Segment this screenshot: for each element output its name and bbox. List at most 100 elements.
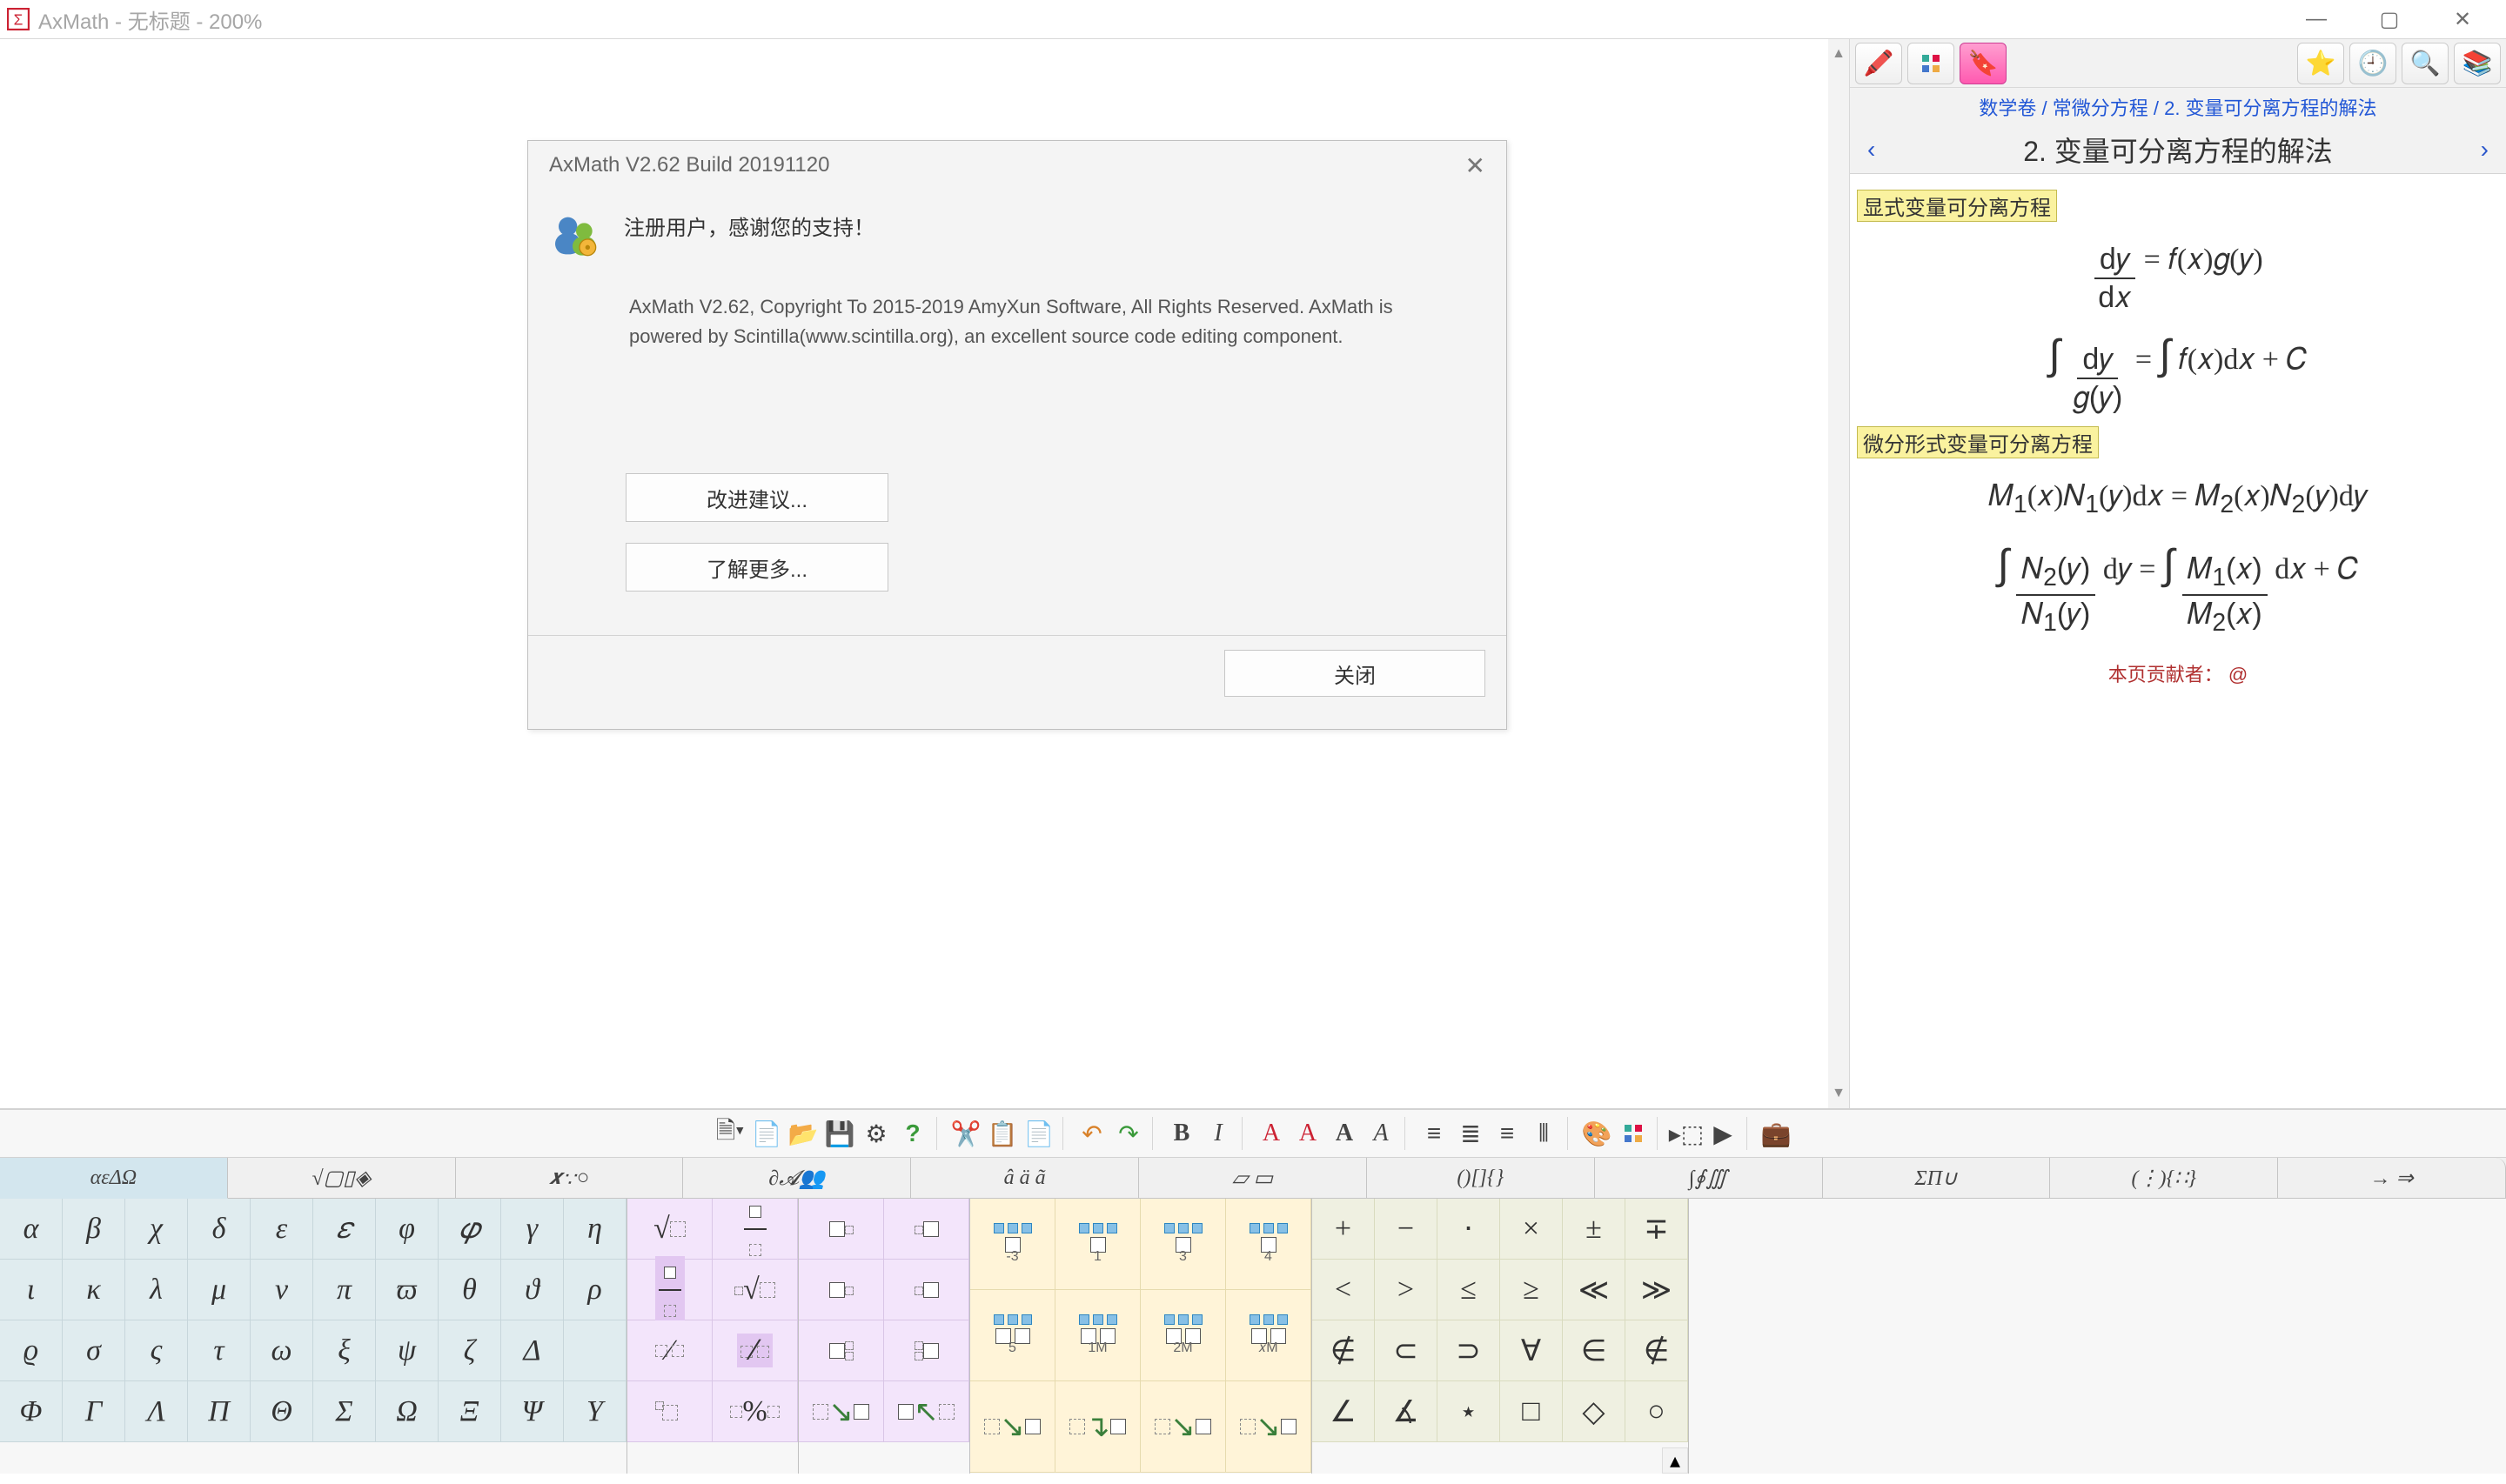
settings-icon[interactable]: ⚙	[860, 1117, 893, 1150]
font-color-2-button[interactable]: A	[1291, 1117, 1324, 1150]
italic-button[interactable]: I	[1202, 1117, 1235, 1150]
greek-letter[interactable]: χ	[125, 1199, 188, 1260]
fraction-template[interactable]	[713, 1199, 798, 1260]
flow-template[interactable]: ↴	[1055, 1381, 1141, 1473]
greek-letter[interactable]: λ	[125, 1260, 188, 1320]
matrix-template[interactable]: 𝑥M	[1226, 1290, 1311, 1381]
scroll-up-icon[interactable]: ▲	[1828, 39, 1849, 69]
greek-letter[interactable]: Ξ	[439, 1381, 501, 1442]
greek-letter[interactable]	[564, 1320, 626, 1381]
greek-letter[interactable]: δ	[188, 1199, 251, 1260]
clock-icon[interactable]: 🕘	[2349, 43, 2396, 84]
greek-letter[interactable]: α	[0, 1199, 63, 1260]
greek-letter[interactable]: ϑ	[501, 1260, 564, 1320]
paste-icon[interactable]: 📄	[1022, 1117, 1055, 1150]
learn-more-button[interactable]: 了解更多...	[626, 543, 888, 592]
operator-symbol[interactable]: +	[1312, 1199, 1375, 1260]
percent-box-template[interactable]: %	[713, 1381, 798, 1442]
sqrt-template[interactable]: √	[627, 1199, 713, 1260]
nroot-template[interactable]: √	[713, 1260, 798, 1320]
tab-brackets[interactable]: ()[]{}	[1367, 1158, 1595, 1198]
spacing-icon[interactable]: ⫴	[1527, 1117, 1560, 1150]
window-close-button[interactable]: ✕	[2443, 6, 2482, 32]
matrix-template[interactable]: 3	[1141, 1199, 1226, 1290]
font-color-1-button[interactable]: A	[1255, 1117, 1288, 1150]
greek-letter[interactable]: θ	[439, 1260, 501, 1320]
tab-arrows[interactable]: → ⇒	[2278, 1158, 2506, 1198]
tab-greek[interactable]: αεΔΩ	[0, 1158, 228, 1199]
fraction-highlight-template[interactable]	[627, 1260, 713, 1320]
slash-fraction-hl-template[interactable]: ∕	[713, 1320, 798, 1381]
greek-letter[interactable]: Ψ	[501, 1381, 564, 1442]
operator-symbol[interactable]: ×	[1500, 1199, 1563, 1260]
greek-letter[interactable]: Γ	[63, 1381, 125, 1442]
presuperscript-template[interactable]	[884, 1199, 969, 1260]
operator-symbol[interactable]: >	[1375, 1260, 1437, 1320]
matrix-template[interactable]: 2M	[1141, 1290, 1226, 1381]
greek-letter[interactable]: ρ	[564, 1260, 626, 1320]
operator-symbol[interactable]: ○	[1625, 1381, 1688, 1442]
tag-icon[interactable]: 🔖	[1960, 43, 2007, 84]
operator-symbol[interactable]: ∉	[1312, 1320, 1375, 1381]
greek-letter[interactable]: Π	[188, 1381, 251, 1442]
bold-button[interactable]: B	[1165, 1117, 1198, 1150]
greek-letter[interactable]: φ	[376, 1199, 439, 1260]
greek-letter[interactable]: μ	[188, 1260, 251, 1320]
greek-letter[interactable]: Υ	[564, 1381, 626, 1442]
briefcase-icon[interactable]: 💼	[1759, 1117, 1792, 1150]
suggest-button[interactable]: 改进建议...	[626, 473, 888, 522]
supsub-template[interactable]	[799, 1320, 884, 1381]
reference-formula[interactable]: 𝑀1(𝑥)𝑁1(𝑦)d𝑥 = 𝑀2(𝑥)𝑁2(𝑦)d𝑦	[1850, 469, 2506, 529]
grid-icon[interactable]	[1907, 43, 1954, 84]
operator-symbol[interactable]: ∠	[1312, 1381, 1375, 1442]
greek-letter[interactable]: Σ	[313, 1381, 376, 1442]
matrix-template[interactable]: 1	[1055, 1199, 1141, 1290]
align-center-icon[interactable]: ≣	[1454, 1117, 1487, 1150]
slash-fraction-template[interactable]: ∕	[627, 1320, 713, 1381]
align-left-icon[interactable]: ≡	[1417, 1117, 1451, 1150]
scroll-down-icon[interactable]: ▼	[1828, 1079, 1849, 1108]
operator-symbol[interactable]: ∀	[1500, 1320, 1563, 1381]
scroll-track[interactable]	[1828, 69, 1849, 1079]
editor-scrollbar[interactable]: ▲ ▼	[1828, 39, 1849, 1108]
greek-letter[interactable]: 𝜀	[313, 1199, 376, 1260]
matrix-template[interactable]: 4	[1226, 1199, 1311, 1290]
matrix-template[interactable]: -3	[970, 1199, 1055, 1290]
tab-matrix[interactable]: (⋮){∷}	[2050, 1158, 2278, 1198]
operator-symbol[interactable]: ≪	[1563, 1260, 1625, 1320]
greek-letter[interactable]: ϖ	[376, 1260, 439, 1320]
operator-symbol[interactable]: ≤	[1437, 1260, 1500, 1320]
operator-symbol[interactable]: ∈	[1563, 1320, 1625, 1381]
greek-letter[interactable]: ε	[251, 1199, 313, 1260]
greek-letter[interactable]: γ	[501, 1199, 564, 1260]
greek-letter[interactable]: Θ	[251, 1381, 313, 1442]
tab-integrals[interactable]: ∫∮∭	[1595, 1158, 1823, 1198]
save-icon[interactable]: 💾	[823, 1117, 856, 1150]
page-icon[interactable]: 📄	[750, 1117, 783, 1150]
greek-letter[interactable]: Δ	[501, 1320, 564, 1381]
operator-symbol[interactable]: ≥	[1500, 1260, 1563, 1320]
maximize-button[interactable]: ▢	[2370, 6, 2409, 32]
greek-letter[interactable]: ζ	[439, 1320, 501, 1381]
greek-letter[interactable]: κ	[63, 1260, 125, 1320]
font-style-3-button[interactable]: A	[1328, 1117, 1361, 1150]
operator-symbol[interactable]: ⋅	[1437, 1199, 1500, 1260]
placeholder-template[interactable]	[627, 1381, 713, 1442]
run-icon[interactable]: ▶	[1706, 1117, 1739, 1150]
search-icon[interactable]: 🔍	[2402, 43, 2449, 84]
greek-letter[interactable]: Λ	[125, 1381, 188, 1442]
greek-letter[interactable]: π	[313, 1260, 376, 1320]
greek-letter[interactable]: ϱ	[0, 1320, 63, 1381]
books-icon[interactable]: 📚	[2454, 43, 2501, 84]
new-doc-icon[interactable]: 🗎▾	[714, 1117, 747, 1150]
reference-formula[interactable]: ∫ 𝑁2(𝑦)𝑁1(𝑦) d𝑦 = ∫ 𝑀1(𝑥)𝑀2(𝑥) d𝑥 + 𝐶	[1850, 529, 2506, 641]
tab-calc[interactable]: 𝒙∵○	[456, 1158, 684, 1198]
tab-bigops[interactable]: ΣΠ∪	[1823, 1158, 2051, 1198]
subscript-template[interactable]	[799, 1260, 884, 1320]
operator-symbol[interactable]: <	[1312, 1260, 1375, 1320]
greek-letter[interactable]: β	[63, 1199, 125, 1260]
greek-letter[interactable]: ν	[251, 1260, 313, 1320]
greek-letter[interactable]: ψ	[376, 1320, 439, 1381]
close-button[interactable]: 关闭	[1224, 650, 1485, 697]
move-up-left-template[interactable]: ↖	[884, 1381, 969, 1442]
